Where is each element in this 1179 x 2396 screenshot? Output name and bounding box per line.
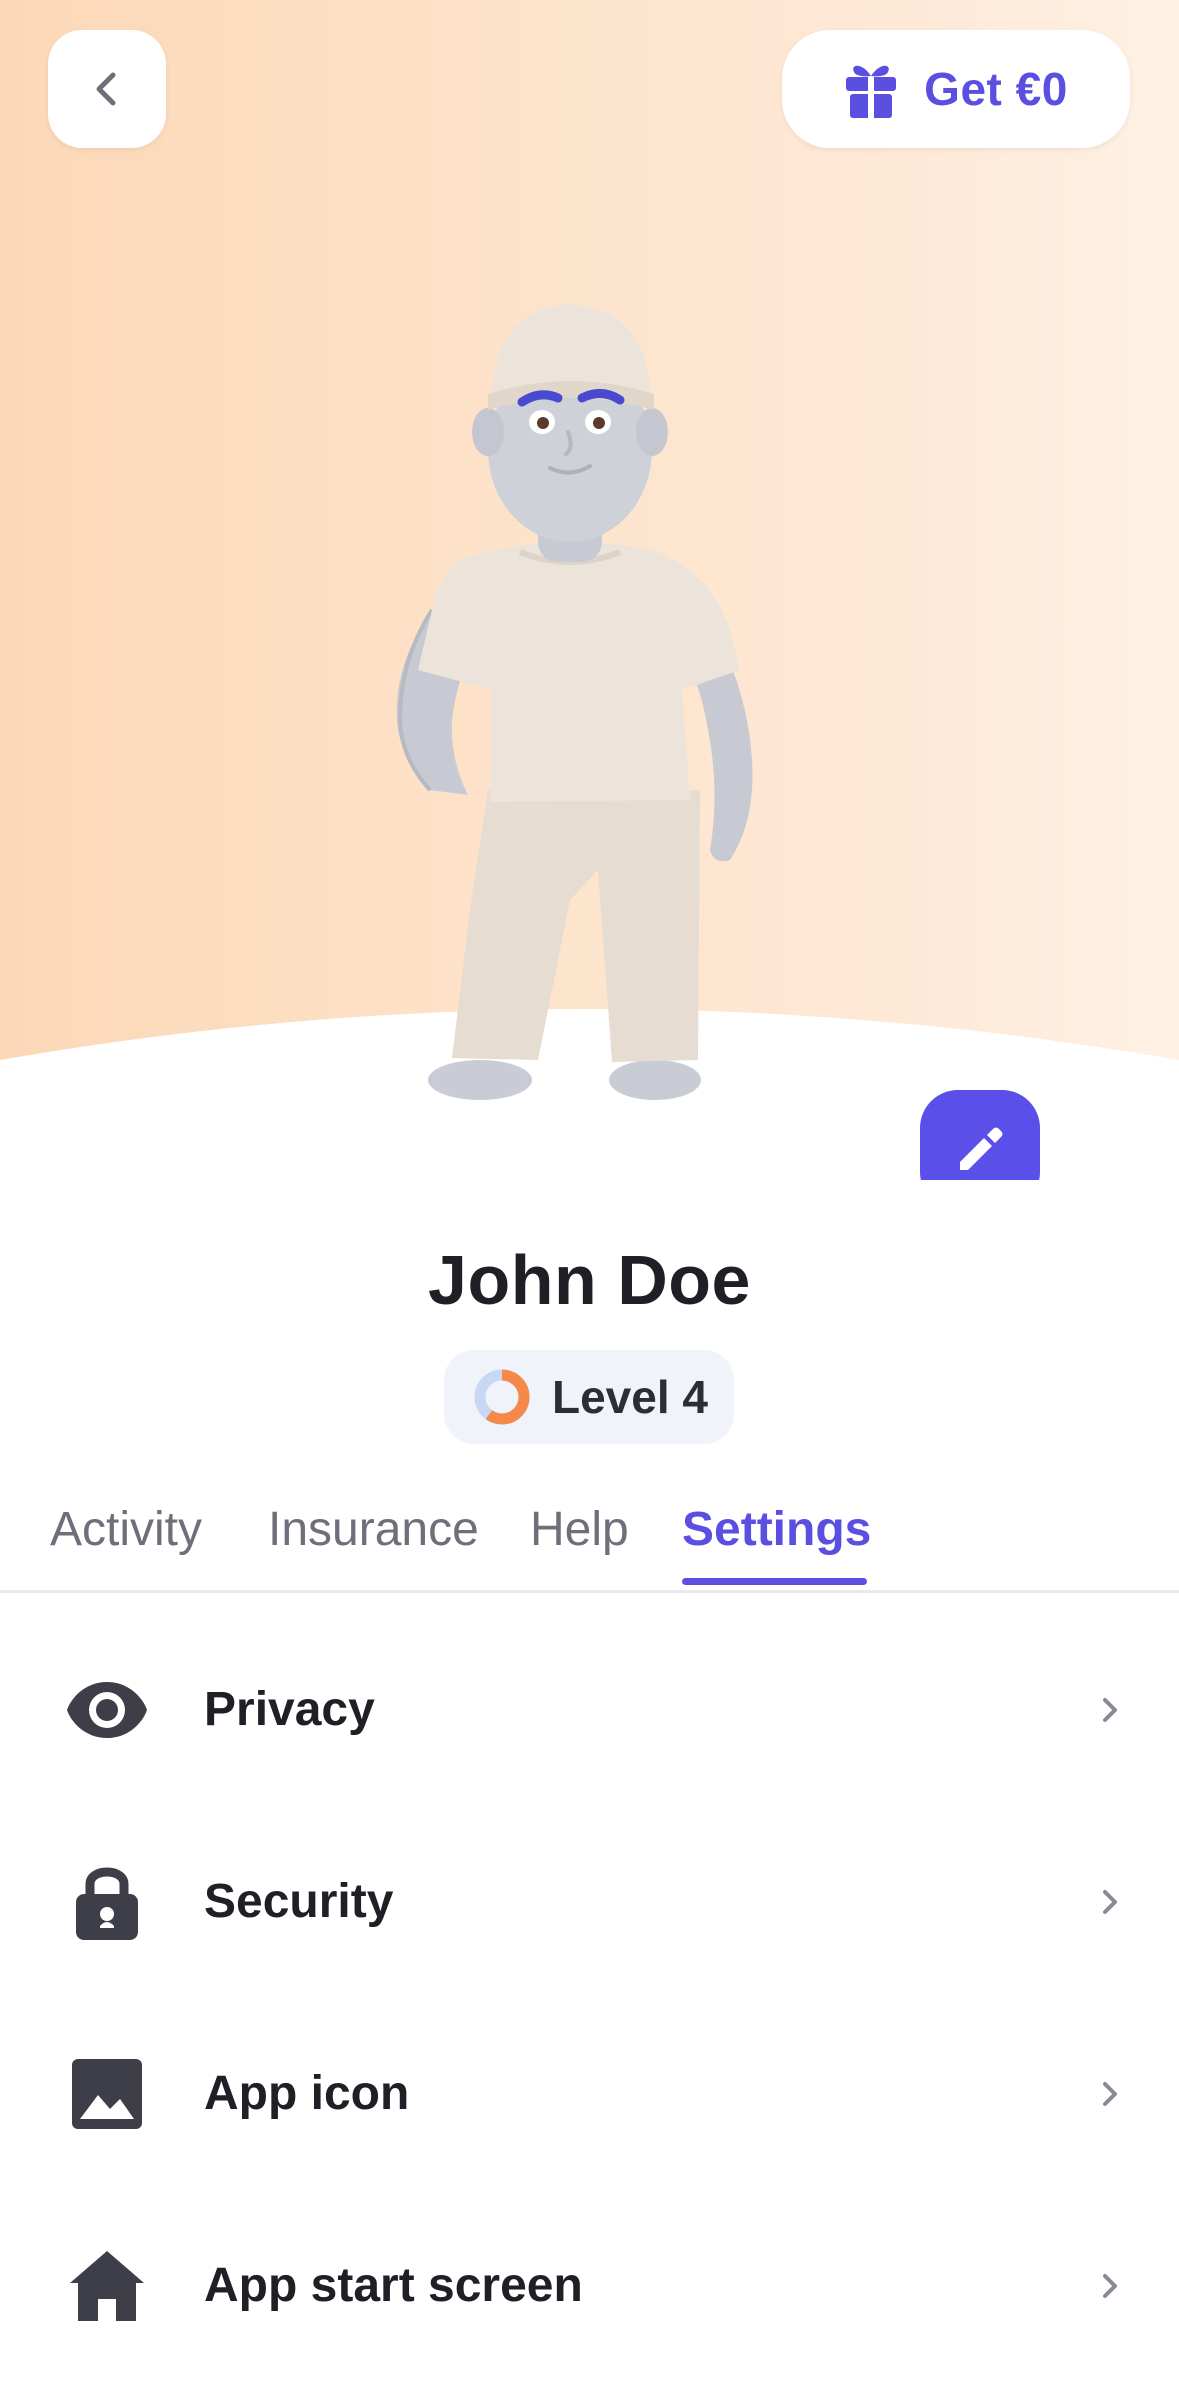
settings-item-privacy[interactable]: Privacy (0, 1614, 1179, 1806)
tab-insurance[interactable]: Insurance (268, 1490, 479, 1590)
referral-button[interactable]: Get €0 (782, 30, 1130, 148)
active-tab-indicator (682, 1578, 867, 1585)
profile-name: John Doe (428, 1241, 751, 1319)
settings-item-security[interactable]: Security (0, 1806, 1179, 1998)
edit-avatar-button[interactable] (920, 1090, 1040, 1180)
tab-settings[interactable]: Settings (682, 1490, 871, 1590)
image-icon (62, 2054, 152, 2134)
settings-item-label: App icon (204, 2067, 410, 2120)
eye-icon (62, 1670, 152, 1750)
hero-banner: Get €0 (0, 0, 1179, 1180)
tab-activity[interactable]: Activity (50, 1490, 202, 1590)
settings-item-label: App start screen (204, 2259, 583, 2312)
settings-item-label: Privacy (204, 1683, 375, 1736)
avatar-illustration (396, 304, 753, 1100)
home-icon (62, 2246, 152, 2326)
chevron-right-icon (1103, 1698, 1117, 1722)
referral-label: Get €0 (924, 63, 1068, 115)
level-label: Level 4 (552, 1371, 708, 1423)
chevron-left-icon (96, 72, 116, 106)
lock-icon (62, 1862, 152, 1942)
gift-icon (846, 65, 897, 118)
profile-screen: Get €0 John Doe Level 4 Activity Insuran… (0, 0, 1179, 2396)
level-progress-ring-icon (474, 1369, 530, 1425)
chevron-right-icon (1103, 1890, 1117, 1914)
chevron-right-icon (1103, 2082, 1117, 2106)
tab-help[interactable]: Help (530, 1490, 629, 1590)
chevron-right-icon (1103, 2274, 1117, 2298)
settings-item-app-icon[interactable]: App icon (0, 1998, 1179, 2190)
back-button[interactable] (48, 30, 166, 148)
settings-item-app-start-screen[interactable]: App start screen (0, 2190, 1179, 2382)
level-badge[interactable]: Level 4 (444, 1350, 734, 1444)
pencil-icon (960, 1127, 1003, 1170)
profile-tabs: Activity Insurance Help Settings (0, 1490, 1179, 1593)
settings-item-label: Security (204, 1875, 394, 1928)
